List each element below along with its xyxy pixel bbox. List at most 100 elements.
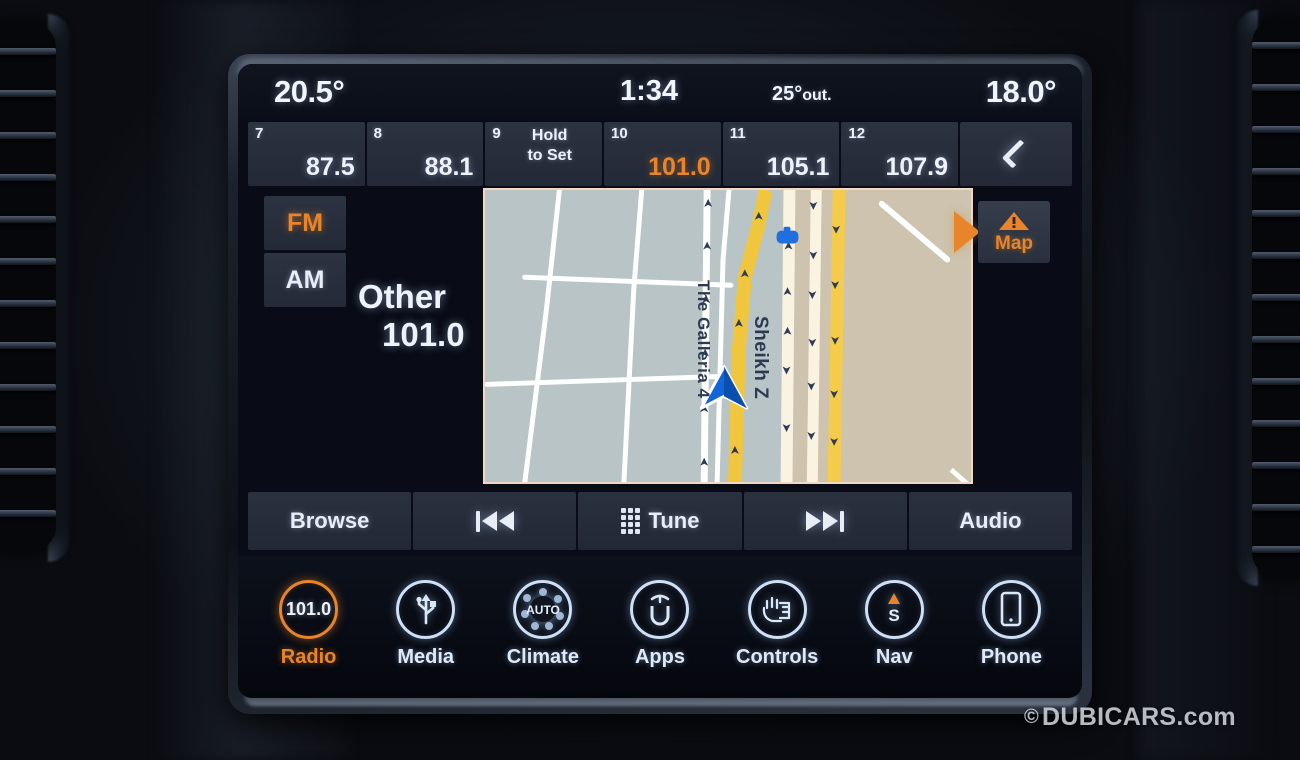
- outside-temp-suffix: out.: [802, 87, 832, 104]
- preset-frequency: 107.9: [885, 153, 949, 181]
- browse-label: Browse: [289, 508, 370, 533]
- vent-slat: [1252, 252, 1300, 259]
- vent-slat: [1252, 84, 1300, 91]
- driver-temperature[interactable]: 20.5°: [274, 74, 345, 110]
- infotainment-screen: 20.5° 1:34 25°out. 18.0° 7 87.5 8 88.1 9 Hold…: [238, 64, 1082, 698]
- vent-slat: [0, 132, 56, 139]
- passenger-temperature[interactable]: 18.0°: [986, 74, 1057, 110]
- vent-slat: [0, 510, 56, 517]
- nav-item-controls[interactable]: Controls: [725, 579, 829, 669]
- vent-slat: [1252, 336, 1300, 343]
- band-selector: FM AM: [264, 196, 346, 310]
- hand-controls-icon: [747, 579, 807, 639]
- audio-label: Audio: [959, 508, 1022, 533]
- transport-bar: Browse Tune Audio: [248, 492, 1073, 550]
- seek-next-button[interactable]: [743, 492, 907, 550]
- station-name: Other: [358, 278, 447, 315]
- clock: 1:34: [620, 75, 679, 107]
- preset-button-12[interactable]: 12 107.9: [841, 122, 959, 186]
- preset-button-11[interactable]: 11 105.1: [722, 122, 840, 186]
- compass-south-icon: S: [864, 579, 924, 639]
- svg-text:S: S: [889, 606, 900, 625]
- vent-slat: [1252, 210, 1300, 217]
- nav-item-phone[interactable]: Phone: [959, 579, 1063, 669]
- radio-main-area: FM AM Other 101.0 The Galleria 4 Sheikh …: [238, 186, 1082, 488]
- map-widget[interactable]: The Galleria 4 Sheikh Z: [483, 188, 973, 484]
- preset-back-button[interactable]: [960, 122, 1073, 186]
- vent-slat: [1252, 294, 1300, 301]
- map-canvas: [485, 190, 971, 482]
- nav-item-nav[interactable]: S Nav: [842, 579, 946, 669]
- air-vent-right: [1252, 18, 1300, 578]
- tune-button[interactable]: Tune: [578, 492, 742, 550]
- air-vent-left: [0, 22, 56, 552]
- status-bar: 20.5° 1:34 25°out. 18.0°: [238, 64, 1082, 120]
- nav-label: Nav: [875, 645, 913, 668]
- vent-slat: [0, 258, 56, 265]
- map-expand-arrow-icon[interactable]: [954, 211, 980, 253]
- preset-number: 11: [729, 125, 746, 142]
- station-frequency: 101.0: [382, 315, 465, 353]
- seek-previous-button[interactable]: [413, 492, 577, 550]
- vent-slat: [0, 468, 56, 475]
- nav-label: Controls: [736, 645, 819, 668]
- map-button[interactable]: Map: [978, 201, 1050, 263]
- nav-item-climate[interactable]: AUTO Climate: [491, 579, 595, 669]
- preset-button-7[interactable]: 7 87.5: [248, 122, 365, 186]
- radio-frequency-badge: 101.0: [286, 598, 332, 619]
- bottom-navigation-bar: 101.0 Radio Media AUTO Climate Apps Controls S N…: [238, 556, 1082, 698]
- preset-button-9[interactable]: 9 Hold to Set: [485, 122, 603, 186]
- radio-frequency-icon: 101.0: [279, 579, 339, 639]
- vent-slat: [1252, 168, 1300, 175]
- preset-button-8[interactable]: 8 88.1: [366, 122, 484, 186]
- auto-climate-icon: AUTO: [513, 579, 573, 639]
- copyright-symbol: ©: [1024, 706, 1040, 728]
- audio-button[interactable]: Audio: [908, 492, 1073, 550]
- station-info: Other 101.0: [358, 278, 465, 353]
- map-street-label-secondary: Sheikh Z: [750, 316, 771, 400]
- preset-row: 7 87.5 8 88.1 9 Hold to Set 10 101.0 11 105.1 12 107…: [248, 122, 1073, 186]
- preset-number: 10: [611, 125, 628, 142]
- browse-button[interactable]: Browse: [248, 492, 412, 550]
- tune-label: Tune: [648, 508, 700, 533]
- preset-hold-to-set: Hold to Set: [527, 127, 572, 165]
- nav-label: Climate: [506, 645, 579, 668]
- seek-next-icon: [806, 510, 845, 532]
- uconnect-icon: [630, 579, 690, 639]
- map-triangle-icon: [999, 211, 1029, 230]
- band-fm-button[interactable]: FM: [264, 196, 346, 250]
- preset-number: 12: [848, 125, 866, 142]
- preset-frequency: 101.0: [648, 153, 711, 181]
- vent-slat: [1252, 462, 1300, 469]
- nav-item-media[interactable]: Media: [374, 579, 478, 669]
- preset-frequency: 88.1: [424, 153, 474, 181]
- band-am-button[interactable]: AM: [264, 253, 346, 307]
- vent-slat: [1252, 504, 1300, 511]
- preset-button-10[interactable]: 10 101.0: [604, 122, 721, 186]
- preset-frequency: 105.1: [766, 153, 830, 181]
- vent-slat: [1252, 42, 1300, 49]
- nav-item-apps[interactable]: Apps: [608, 579, 712, 669]
- nav-item-radio[interactable]: 101.0 Radio: [257, 579, 361, 669]
- watermark-text: DUBICARS.com: [1042, 703, 1236, 731]
- nav-label: Radio: [280, 645, 337, 668]
- vent-slat: [0, 342, 56, 349]
- preset-number: 7: [255, 125, 264, 142]
- grid-icon: [620, 508, 640, 534]
- watermark: © DUBICARS.com: [1024, 703, 1236, 732]
- vent-slat: [0, 90, 56, 97]
- usb-icon: [396, 579, 456, 639]
- seek-previous-icon: [475, 510, 514, 532]
- preset-number: 8: [373, 125, 383, 142]
- vent-slat: [1252, 126, 1300, 133]
- vent-slat: [1252, 546, 1300, 553]
- outside-temperature: 25°out.: [772, 83, 832, 106]
- vent-slat: [0, 174, 56, 181]
- vent-slat: [0, 48, 56, 55]
- map-street-label-primary: The Galleria 4: [694, 280, 713, 399]
- phone-icon: [981, 579, 1041, 639]
- nav-label: Apps: [634, 645, 685, 668]
- chevron-left-icon: [1001, 139, 1031, 169]
- vent-slat: [0, 426, 56, 433]
- map-button-label: Map: [995, 232, 1033, 254]
